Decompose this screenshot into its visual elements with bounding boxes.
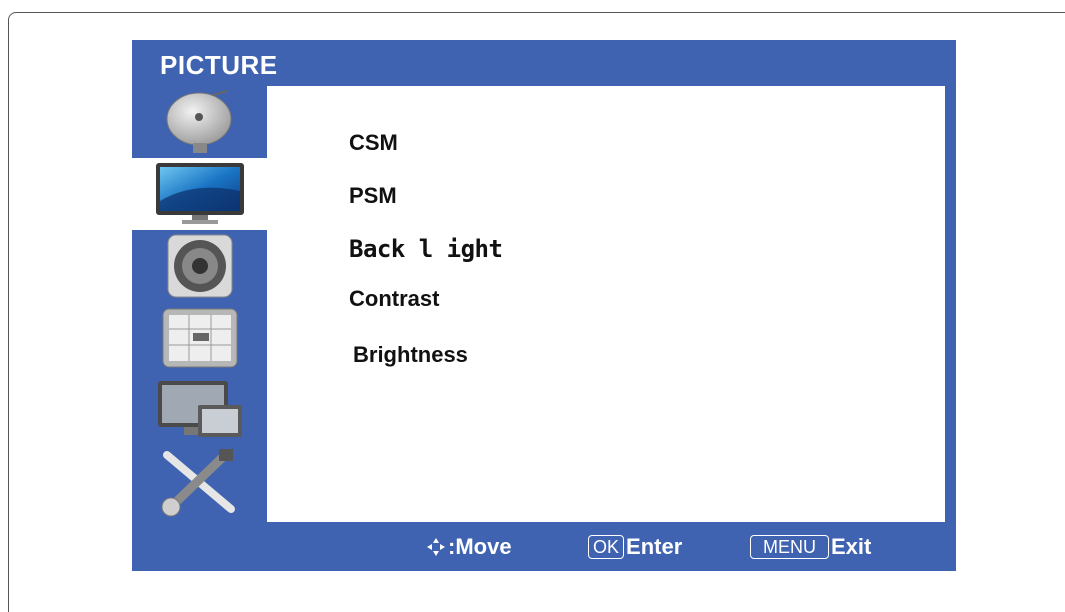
speaker-icon [167, 234, 232, 298]
move-label: :Move [448, 533, 512, 559]
menu-key: MENU [750, 534, 829, 559]
osd-footer: :Move OK Enter MENU Exit [132, 522, 956, 571]
menu-item-backlight[interactable]: Back l ight [349, 235, 503, 263]
enter-label: Enter [626, 533, 683, 559]
pc-display-icon [157, 381, 242, 437]
menu-item-contrast[interactable]: Contrast [349, 286, 439, 312]
menu-item-brightness[interactable]: Brightness [353, 342, 468, 368]
tools-icon [161, 449, 235, 517]
enter-hint: OK Enter [588, 522, 682, 571]
exit-label: Exit [831, 533, 872, 559]
exit-hint: MENU Exit [750, 522, 871, 571]
category-sidebar [132, 86, 267, 522]
sidebar-item-pc[interactable] [132, 374, 267, 446]
sidebar-item-sound[interactable] [132, 230, 267, 302]
picture-settings-panel: CSM PSM Back l ight Contrast Brightness [267, 86, 945, 522]
monitor-icon [155, 163, 244, 224]
sidebar-item-channel[interactable] [132, 86, 267, 158]
navigation-arrows-icon [427, 537, 445, 556]
sidebar-item-picture[interactable] [132, 158, 267, 230]
menu-item-csm[interactable]: CSM [349, 130, 398, 156]
menu-item-psm[interactable]: PSM [349, 183, 397, 209]
timer-grid-icon [162, 308, 237, 368]
satellite-dish-icon [166, 90, 231, 153]
ok-key: OK [588, 534, 625, 559]
menu-title: PICTURE [160, 50, 278, 80]
sidebar-item-utility[interactable] [132, 446, 267, 518]
sidebar-item-setup[interactable] [132, 302, 267, 374]
move-hint: :Move [424, 522, 512, 571]
osd-menu: PICTURE CSM PSM Back l ight Contrast Bri… [132, 40, 956, 571]
